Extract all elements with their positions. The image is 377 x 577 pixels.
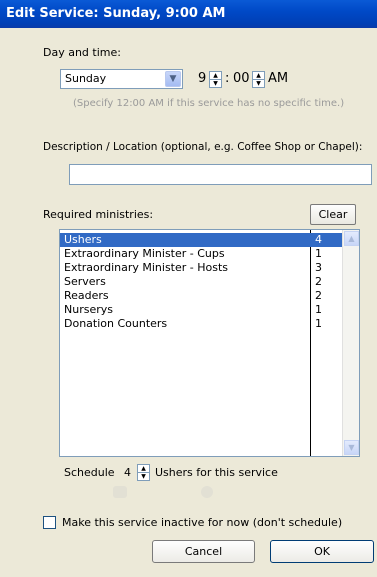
list-item[interactable]: Ushers 4 — [60, 233, 343, 247]
minute-spinner[interactable]: ▲ ▼ — [252, 71, 265, 88]
list-item[interactable]: Nurserys 1 — [60, 303, 343, 317]
ministries-list[interactable]: Ushers 4 Extraordinary Minister - Cups 1… — [59, 229, 360, 457]
cancel-button[interactable]: Cancel — [152, 540, 255, 563]
description-input[interactable] — [69, 164, 372, 185]
spin-up-icon[interactable]: ▲ — [210, 72, 221, 80]
schedule-prefix: Schedule — [64, 466, 115, 479]
ok-button[interactable]: OK — [270, 540, 374, 563]
list-item[interactable]: Readers 2 — [60, 289, 343, 303]
list-scrollbar[interactable]: ▲ ▼ — [342, 230, 359, 456]
disabled-control-shadow — [201, 486, 213, 498]
chevron-down-icon[interactable]: ▼ — [165, 71, 181, 87]
list-item[interactable]: Extraordinary Minister - Hosts 3 — [60, 261, 343, 275]
disabled-control-shadow — [113, 486, 127, 498]
description-label: Description / Location (optional, e.g. C… — [43, 141, 363, 153]
schedule-suffix: Ushers for this service — [155, 466, 278, 479]
clear-button[interactable]: Clear — [310, 204, 356, 225]
spin-down-icon[interactable]: ▼ — [210, 80, 221, 87]
list-item[interactable]: Extraordinary Minister - Cups 1 — [60, 247, 343, 261]
day-select[interactable]: Sunday ▼ — [60, 69, 183, 89]
inactive-label: Make this service inactive for now (don'… — [62, 516, 343, 529]
minute-value: 00 — [233, 71, 250, 86]
hour-value: 9 — [198, 71, 207, 86]
spin-down-icon[interactable]: ▼ — [253, 80, 264, 87]
title-bar[interactable]: Edit Service: Sunday, 9:00 AM — [0, 0, 377, 28]
scroll-down-icon[interactable]: ▼ — [344, 440, 359, 455]
spin-down-icon[interactable]: ▼ — [138, 473, 149, 480]
time-separator: : — [225, 71, 230, 86]
list-item[interactable]: Donation Counters 1 — [60, 317, 343, 331]
day-time-label: Day and time: — [43, 46, 121, 59]
hour-spinner[interactable]: ▲ ▼ — [209, 71, 222, 88]
inactive-checkbox[interactable] — [43, 516, 56, 529]
schedule-spinner[interactable]: ▲ ▼ — [137, 464, 150, 481]
ampm-value[interactable]: AM — [268, 71, 288, 86]
list-item[interactable]: Servers 2 — [60, 275, 343, 289]
spin-up-icon[interactable]: ▲ — [253, 72, 264, 80]
window-title: Edit Service: Sunday, 9:00 AM — [6, 6, 226, 21]
ministries-label: Required ministries: — [43, 208, 154, 221]
time-hint: (Specify 12:00 AM if this service has no… — [73, 98, 345, 109]
day-select-value: Sunday — [65, 72, 107, 85]
spin-up-icon[interactable]: ▲ — [138, 465, 149, 473]
scroll-up-icon[interactable]: ▲ — [344, 231, 359, 246]
schedule-value: 4 — [124, 466, 131, 479]
